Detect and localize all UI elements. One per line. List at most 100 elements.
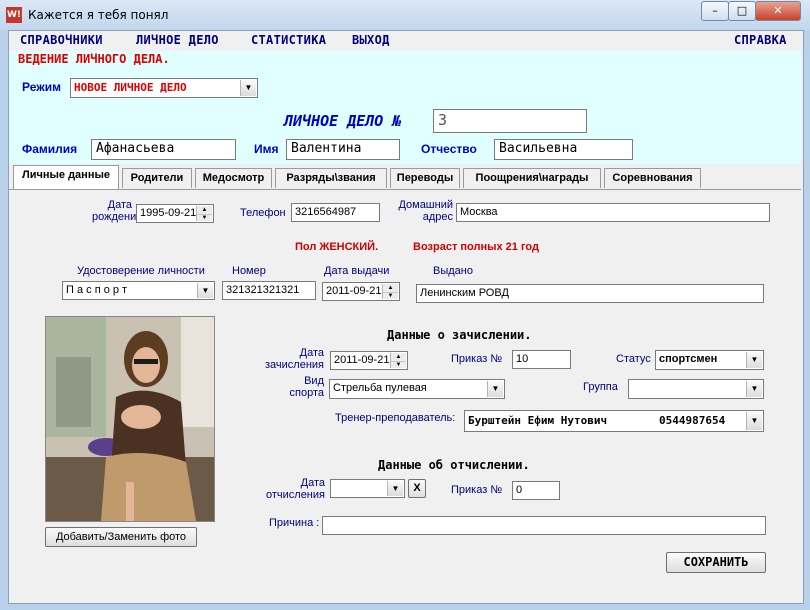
- menu-personal-file[interactable]: ЛИЧНОЕ ДЕЛО: [136, 33, 219, 47]
- menu-statistics[interactable]: СТАТИСТИКА: [251, 33, 326, 47]
- phone-value: 3216564987: [295, 206, 357, 218]
- enroll-order-label: Приказ №: [451, 353, 503, 365]
- spin-down-icon[interactable]: ▼: [391, 361, 406, 369]
- birth-date-label: Дата рождения: [92, 199, 143, 223]
- chevron-down-icon[interactable]: ▼: [487, 381, 503, 397]
- reason-label: Причина :: [269, 517, 320, 529]
- tab-competitions[interactable]: Соревнования: [604, 168, 701, 188]
- surname-value: Афанасьева: [96, 141, 175, 156]
- tab-transfers[interactable]: Переводы: [390, 168, 460, 188]
- birth-date-picker[interactable]: 1995-09-21 ▲ ▼: [136, 204, 214, 223]
- expulsion-date-picker[interactable]: ▼: [330, 479, 405, 498]
- expulsion-date-label: Дата отчисления: [263, 477, 325, 501]
- add-replace-photo-button[interactable]: Добавить/Заменить фото: [45, 527, 197, 547]
- issued-by-field[interactable]: Ленинским РОВД: [416, 284, 764, 303]
- expulsion-date-label-1: Дата: [300, 477, 325, 489]
- minimize-button[interactable]: –: [701, 1, 729, 21]
- reason-field[interactable]: [322, 516, 766, 535]
- enroll-date-spinner[interactable]: ▲ ▼: [390, 353, 406, 368]
- tab-personal-data[interactable]: Личные данные: [13, 165, 119, 189]
- close-icon: ✕: [773, 4, 783, 17]
- address-value: Москва: [460, 206, 498, 218]
- enroll-order-value: 10: [516, 353, 529, 365]
- surname-field[interactable]: Афанасьева: [91, 139, 236, 160]
- chevron-down-icon[interactable]: ▼: [240, 80, 256, 96]
- name-field[interactable]: Валентина: [286, 139, 400, 160]
- coach-label: Тренер-преподаватель:: [335, 412, 456, 424]
- chevron-down-icon[interactable]: ▼: [746, 381, 762, 397]
- menu-exit[interactable]: ВЫХОД: [352, 33, 390, 47]
- close-icon: X: [413, 482, 421, 494]
- window-title: Кажется я тебя понял: [28, 8, 169, 22]
- chevron-down-icon[interactable]: ▼: [746, 412, 762, 430]
- coach-name: Бурштейн Ефим Нутович: [468, 414, 608, 427]
- status-value: спортсмен: [659, 353, 718, 365]
- case-number-field[interactable]: 3: [433, 109, 587, 133]
- phone-field[interactable]: 3216564987: [291, 203, 380, 222]
- age-text: Возраст полных 21 год: [413, 241, 539, 253]
- section-title: ВЕДЕНИЕ ЛИЧНОГО ДЕЛА.: [18, 52, 170, 66]
- birth-date-label-2: рождения: [92, 211, 143, 223]
- patronymic-field[interactable]: Васильевна: [494, 139, 633, 160]
- issue-date-picker[interactable]: 2011-09-21 ▲ ▼: [322, 282, 400, 301]
- id-number-value: 321321321321: [226, 284, 300, 296]
- enroll-date-picker[interactable]: 2011-09-21 ▲ ▼: [330, 351, 408, 370]
- id-doc-select[interactable]: П а с п о р т ▼: [62, 281, 215, 300]
- tab-ranks[interactable]: Разряды\звания: [275, 168, 387, 188]
- phone-label: Телефон: [240, 207, 286, 219]
- close-button[interactable]: ✕: [755, 1, 801, 21]
- address-label-1: Домашний: [398, 199, 453, 211]
- chevron-down-icon[interactable]: ▼: [746, 352, 762, 368]
- save-button[interactable]: СОХРАНИТЬ: [666, 552, 766, 573]
- issue-date-value: 2011-09-21: [326, 285, 382, 297]
- group-select[interactable]: ▼: [628, 379, 764, 399]
- enroll-order-field[interactable]: 10: [512, 350, 571, 369]
- address-label-2: адрес: [422, 211, 453, 223]
- case-label: ЛИЧНОЕ ДЕЛО №: [284, 112, 402, 130]
- mode-value: НОВОЕ ЛИЧНОЕ ДЕЛО: [74, 81, 187, 94]
- tab-medical[interactable]: Медосмотр: [195, 168, 272, 188]
- spin-down-icon[interactable]: ▼: [197, 214, 212, 222]
- tab-divider: [9, 189, 801, 190]
- patronymic-value: Васильевна: [499, 141, 578, 156]
- patronymic-label: Отчество: [421, 142, 477, 156]
- enroll-date-label-1: Дата: [299, 347, 324, 359]
- issued-by-value: Ленинским РОВД: [420, 287, 509, 299]
- menu-bar: [9, 31, 801, 51]
- case-number: 3: [438, 111, 448, 129]
- sport-label: Вид спорта: [263, 375, 324, 399]
- issue-date-spinner[interactable]: ▲ ▼: [382, 284, 398, 299]
- id-number-label: Номер: [232, 265, 266, 277]
- sport-label-1: Вид: [304, 375, 324, 387]
- expulsion-heading: Данные об отчислении.: [378, 458, 530, 472]
- birth-date-spinner[interactable]: ▲ ▼: [196, 206, 212, 221]
- birth-date-value: 1995-09-21: [140, 207, 197, 219]
- enroll-date-label-2: зачисления: [264, 359, 324, 371]
- tab-awards[interactable]: Поощрения\награды: [463, 168, 601, 188]
- spin-down-icon[interactable]: ▼: [383, 292, 398, 300]
- person-photo: [45, 316, 215, 522]
- issued-by-label: Выдано: [433, 265, 473, 277]
- chevron-down-icon[interactable]: ▼: [387, 481, 403, 496]
- sport-label-2: спорта: [289, 387, 324, 399]
- status-select[interactable]: спортсмен ▼: [655, 350, 764, 370]
- address-field[interactable]: Москва: [456, 203, 770, 222]
- coach-select[interactable]: Бурштейн Ефим Нутович 0544987654 ▼: [464, 410, 764, 432]
- id-number-field[interactable]: 321321321321: [222, 281, 316, 300]
- expulsion-order-field[interactable]: 0: [512, 481, 560, 500]
- expulsion-order-value: 0: [516, 484, 523, 496]
- menu-help[interactable]: СПРАВКА: [734, 33, 787, 47]
- clear-date-button[interactable]: X: [408, 479, 426, 498]
- id-doc-value: П а с п о р т: [66, 284, 128, 296]
- sport-select[interactable]: Стрельба пулевая ▼: [329, 379, 505, 399]
- name-label: Имя: [254, 142, 279, 156]
- birth-date-label-1: Дата: [107, 199, 132, 211]
- mode-select[interactable]: НОВОЕ ЛИЧНОЕ ДЕЛО ▼: [70, 78, 258, 98]
- maximize-button[interactable]: □: [728, 1, 756, 21]
- group-label: Группа: [583, 381, 618, 393]
- tab-parents[interactable]: Родители: [122, 168, 192, 188]
- sport-value: Стрельба пулевая: [333, 382, 427, 394]
- name-value: Валентина: [291, 141, 362, 156]
- chevron-down-icon[interactable]: ▼: [197, 283, 213, 298]
- menu-references[interactable]: СПРАВОЧНИКИ: [20, 33, 103, 47]
